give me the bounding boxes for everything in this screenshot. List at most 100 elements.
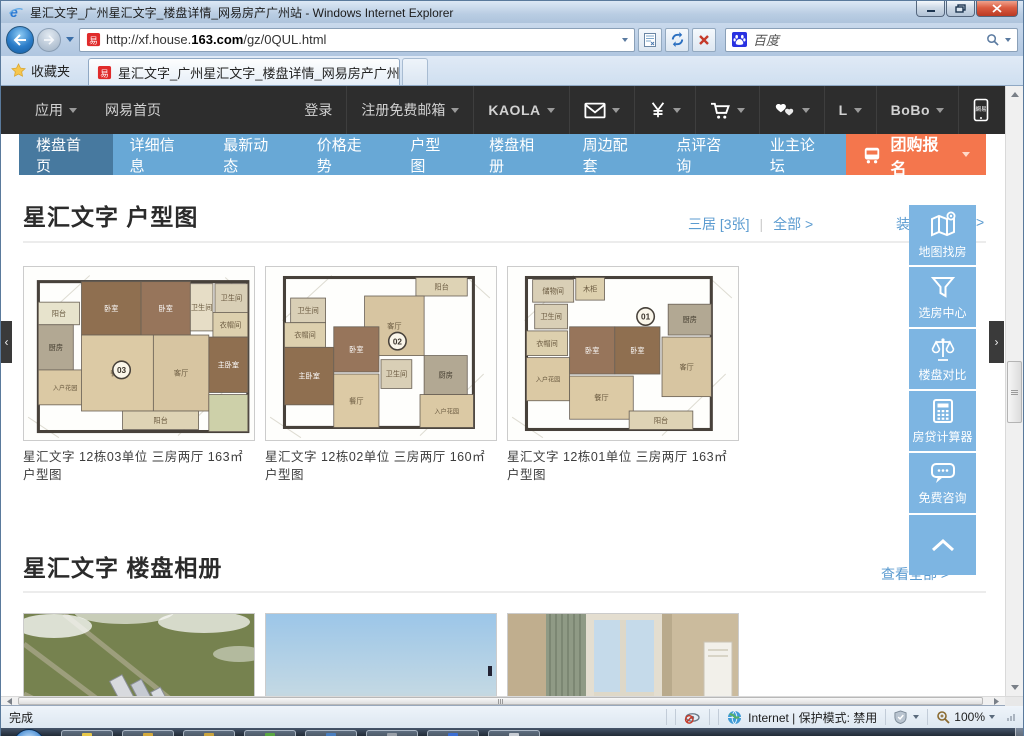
decoration-link-partial[interactable]: 装 bbox=[896, 214, 910, 234]
mortgage-calculator-tool[interactable]: 房贷计算器 bbox=[909, 391, 976, 451]
care-icon bbox=[774, 102, 796, 119]
back-to-top-tool[interactable] bbox=[909, 515, 976, 575]
scroll-right-arrow[interactable] bbox=[988, 697, 1005, 706]
compare-tool-label: 楼盘对比 bbox=[918, 366, 966, 383]
search-icon[interactable] bbox=[986, 33, 999, 46]
nav-building-home[interactable]: 楼盘首页 bbox=[19, 134, 113, 175]
horizontal-scrollbar[interactable] bbox=[1, 696, 1023, 705]
mobile-netease-menu[interactable]: 網易 bbox=[959, 86, 1003, 134]
nav-latest-news[interactable]: 最新动态 bbox=[206, 134, 300, 175]
sky-photo[interactable] bbox=[265, 613, 497, 696]
browser-tab[interactable]: 易 星汇文字_广州星汇文字_楼盘详情_网易房产广州站 bbox=[88, 58, 400, 85]
finance-menu[interactable] bbox=[635, 86, 695, 134]
carousel-next-tab[interactable]: › bbox=[989, 321, 1004, 363]
start-button[interactable] bbox=[13, 729, 45, 736]
album-photos bbox=[23, 613, 739, 696]
svg-text:卧室: 卧室 bbox=[104, 304, 118, 313]
taskbar-button[interactable] bbox=[183, 730, 235, 736]
svg-text:客厅: 客厅 bbox=[679, 362, 693, 371]
tracking-protection-button[interactable] bbox=[684, 711, 701, 724]
nav-owner-forum[interactable]: 业主论坛 bbox=[753, 134, 847, 175]
address-field[interactable]: 易 http://xf.house.163.com/gz/0QUL.html bbox=[79, 28, 635, 52]
minimize-button[interactable] bbox=[916, 1, 945, 17]
floorplan-image[interactable]: 储物间木柜卫生间衣帽间入户花园卧室卧室厨房客厅餐厅阳台01 bbox=[507, 266, 739, 441]
kaola-menu[interactable]: KAOLA bbox=[474, 86, 568, 134]
svg-text:卫生间: 卫生间 bbox=[297, 306, 319, 315]
bobo-menu[interactable]: BoBo bbox=[877, 86, 958, 134]
svg-text:客厅: 客厅 bbox=[387, 321, 401, 330]
filter-three-bedroom-link[interactable]: 三居 [3张] bbox=[688, 214, 749, 234]
taskbar-button[interactable] bbox=[61, 730, 113, 736]
nav-price-trend[interactable]: 价格走势 bbox=[300, 134, 394, 175]
link-separator: | bbox=[759, 216, 763, 232]
forward-button[interactable] bbox=[37, 28, 61, 52]
carousel-prev-tab[interactable]: ‹ bbox=[1, 321, 12, 363]
favorites-button[interactable]: 收藏夹 bbox=[9, 55, 80, 85]
taskbar-button[interactable] bbox=[244, 730, 296, 736]
netease-home-link[interactable]: 网易首页 bbox=[91, 86, 175, 134]
nav-album[interactable]: 楼盘相册 bbox=[472, 134, 566, 175]
taskbar-button[interactable] bbox=[488, 730, 540, 736]
care-menu[interactable] bbox=[760, 86, 824, 134]
nav-floorplan[interactable]: 户型图 bbox=[393, 134, 472, 175]
svg-text:易: 易 bbox=[89, 35, 97, 45]
nav-surroundings[interactable]: 周边配套 bbox=[566, 134, 660, 175]
scroll-down-arrow[interactable] bbox=[1006, 679, 1023, 696]
stop-button[interactable] bbox=[692, 28, 716, 52]
aerial-view-photo[interactable] bbox=[23, 613, 255, 696]
svg-text:木柜: 木柜 bbox=[583, 284, 597, 293]
section-divider bbox=[23, 241, 986, 243]
recent-pages-dropdown[interactable] bbox=[66, 37, 74, 42]
scroll-up-arrow[interactable] bbox=[1006, 86, 1023, 103]
security-zone: Internet | 保护模式: 禁用 bbox=[727, 709, 877, 726]
apps-menu-label: 应用 bbox=[35, 100, 63, 120]
scroll-left-arrow[interactable] bbox=[1, 697, 18, 706]
home-picker-tool[interactable]: 选房中心 bbox=[909, 267, 976, 327]
vertical-scrollbar[interactable] bbox=[1005, 86, 1023, 696]
apps-menu[interactable]: 应用 bbox=[21, 86, 91, 134]
scales-icon bbox=[929, 336, 957, 362]
filter-all-link[interactable]: 全部 > bbox=[773, 214, 813, 234]
mobile-163-icon: 網易 bbox=[973, 98, 989, 122]
taskbar-button[interactable] bbox=[366, 730, 418, 736]
refresh-button[interactable] bbox=[665, 28, 689, 52]
bobo-menu-label: BoBo bbox=[891, 102, 930, 118]
group-buy-button[interactable]: 团购报名 bbox=[846, 134, 986, 175]
compare-tool[interactable]: 楼盘对比 bbox=[909, 329, 976, 389]
horizontal-scroll-thumb[interactable] bbox=[18, 697, 983, 705]
decoration-link-arrow[interactable]: > bbox=[976, 214, 984, 230]
vertical-scroll-thumb[interactable] bbox=[1007, 361, 1022, 423]
nav-detail-info[interactable]: 详细信息 bbox=[113, 134, 207, 175]
register-mail-menu[interactable]: 注册免费邮箱 bbox=[347, 86, 473, 134]
interior-window-photo[interactable] bbox=[507, 613, 739, 696]
mail-menu[interactable] bbox=[570, 86, 634, 134]
taskbar-button[interactable] bbox=[427, 730, 479, 736]
address-dropdown[interactable] bbox=[622, 38, 628, 42]
register-mail-menu-label: 注册免费邮箱 bbox=[361, 100, 445, 120]
floorplan-image[interactable]: 阳台客厅卫生间衣帽间主卧室卧室卫生间厨房入户花园餐厅02 bbox=[265, 266, 497, 441]
back-button[interactable] bbox=[6, 26, 34, 54]
show-desktop-button[interactable] bbox=[1015, 728, 1023, 736]
compatibility-view-button[interactable] bbox=[638, 28, 662, 52]
album-section-title: 星汇文字 楼盘相册 bbox=[23, 549, 222, 583]
search-options-dropdown[interactable] bbox=[1005, 38, 1011, 42]
cart-menu[interactable] bbox=[696, 86, 759, 134]
lofter-menu[interactable]: L bbox=[825, 86, 876, 134]
maximize-button[interactable] bbox=[946, 1, 975, 17]
zoom-control[interactable]: 100% bbox=[936, 710, 995, 724]
search-box[interactable]: 百度 bbox=[725, 28, 1018, 52]
floorplan-image[interactable]: 卧室卧室卫生间卫生间衣帽间主卧室阳台厨房入户花园餐厅客厅阳台03 bbox=[23, 266, 255, 441]
chevron-down-icon bbox=[69, 108, 77, 113]
svg-text:易: 易 bbox=[100, 68, 108, 78]
map-search-tool[interactable]: 地图找房 bbox=[909, 205, 976, 265]
taskbar-button[interactable] bbox=[305, 730, 357, 736]
taskbar-button[interactable] bbox=[122, 730, 174, 736]
svg-text:厨房: 厨房 bbox=[439, 371, 453, 380]
new-tab-stub[interactable] bbox=[402, 58, 428, 85]
protected-mode-dropdown[interactable] bbox=[894, 710, 919, 724]
nav-comments[interactable]: 点评咨询 bbox=[659, 134, 753, 175]
site-nav-bar: 楼盘首页详细信息最新动态价格走势户型图楼盘相册周边配套点评咨询业主论坛 团购报名 bbox=[19, 134, 986, 175]
free-consult-tool[interactable]: 免费咨询 bbox=[909, 453, 976, 513]
login-link[interactable]: 登录 bbox=[290, 86, 346, 134]
close-button[interactable] bbox=[976, 1, 1018, 17]
